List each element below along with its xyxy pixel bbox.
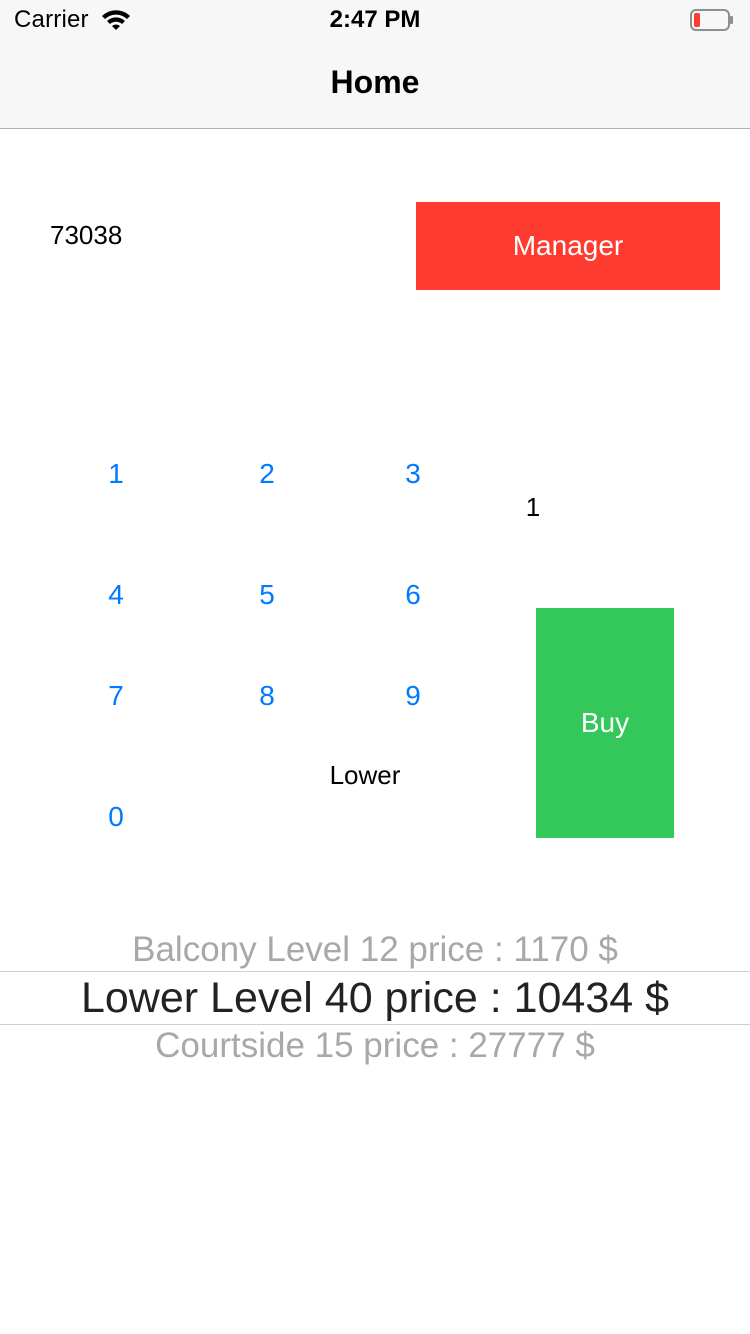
keypad-key-2[interactable]: 2: [237, 452, 297, 496]
keypad-key-6[interactable]: 6: [383, 573, 443, 617]
picker-selection-bottom-line: [0, 1024, 750, 1025]
keypad-key-0[interactable]: 0: [86, 795, 146, 839]
seat-level-picker[interactable]: Balcony Level 12 price : 1170 $ Lower Le…: [0, 920, 750, 1080]
keypad-key-7[interactable]: 7: [86, 674, 146, 718]
picker-row[interactable]: Balcony Level 12 price : 1170 $: [0, 930, 750, 970]
keypad-key-4[interactable]: 4: [86, 573, 146, 617]
status-bar: Carrier 2:47 PM: [0, 0, 750, 40]
total-amount-label: 73038: [50, 220, 123, 250]
keypad-key-1[interactable]: 1: [86, 452, 146, 496]
picker-row[interactable]: Courtside 15 price : 27777 $: [0, 1026, 750, 1066]
keypad-key-3[interactable]: 3: [383, 452, 443, 496]
buy-button[interactable]: Buy: [536, 608, 674, 838]
quantity-label: 1: [525, 492, 541, 522]
picker-row-selected[interactable]: Lower Level 40 price : 10434 $: [0, 974, 750, 1023]
picker-selection-top-line: [0, 971, 750, 972]
keypad-key-9[interactable]: 9: [383, 674, 443, 718]
battery-icon: [690, 9, 733, 31]
page-title: Home: [330, 64, 420, 100]
keypad-key-8[interactable]: 8: [237, 674, 297, 718]
navigation-bar: Home: [0, 40, 750, 129]
manager-button[interactable]: Manager: [416, 202, 720, 290]
keypad-key-5[interactable]: 5: [237, 573, 297, 617]
selected-section-label: Lower: [329, 760, 401, 790]
clock-label: 2:47 PM: [329, 6, 421, 33]
